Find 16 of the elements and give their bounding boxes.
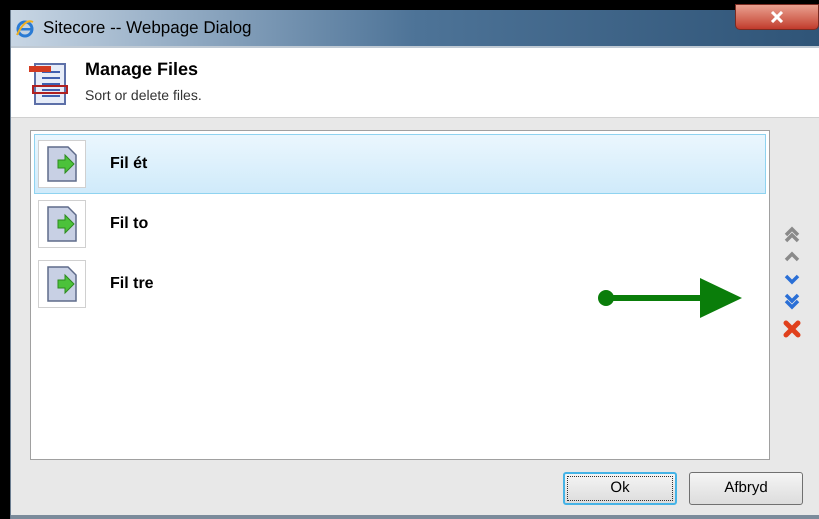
- file-row[interactable]: Fil to: [34, 194, 766, 254]
- file-name: Fil ét: [110, 154, 148, 174]
- file-name: Fil tre: [110, 274, 154, 294]
- browser-logo-icon: [15, 18, 35, 38]
- file-row[interactable]: Fil ét: [34, 134, 766, 194]
- dialog-subtitle: Sort or delete files.: [85, 86, 202, 105]
- dialog-button[interactable]: Afbryd: [689, 472, 803, 505]
- file-name: Fil to: [110, 214, 148, 234]
- close-button[interactable]: [735, 4, 819, 30]
- double-chevron-down-icon[interactable]: [783, 292, 801, 310]
- window-title: Sitecore -- Webpage Dialog: [43, 17, 252, 40]
- delete-icon[interactable]: [783, 320, 801, 338]
- close-icon: [770, 11, 784, 23]
- dialog-title: Manage Files: [85, 58, 200, 81]
- dialog-button[interactable]: Ok: [563, 472, 677, 505]
- file-row[interactable]: Fil tre: [34, 254, 766, 314]
